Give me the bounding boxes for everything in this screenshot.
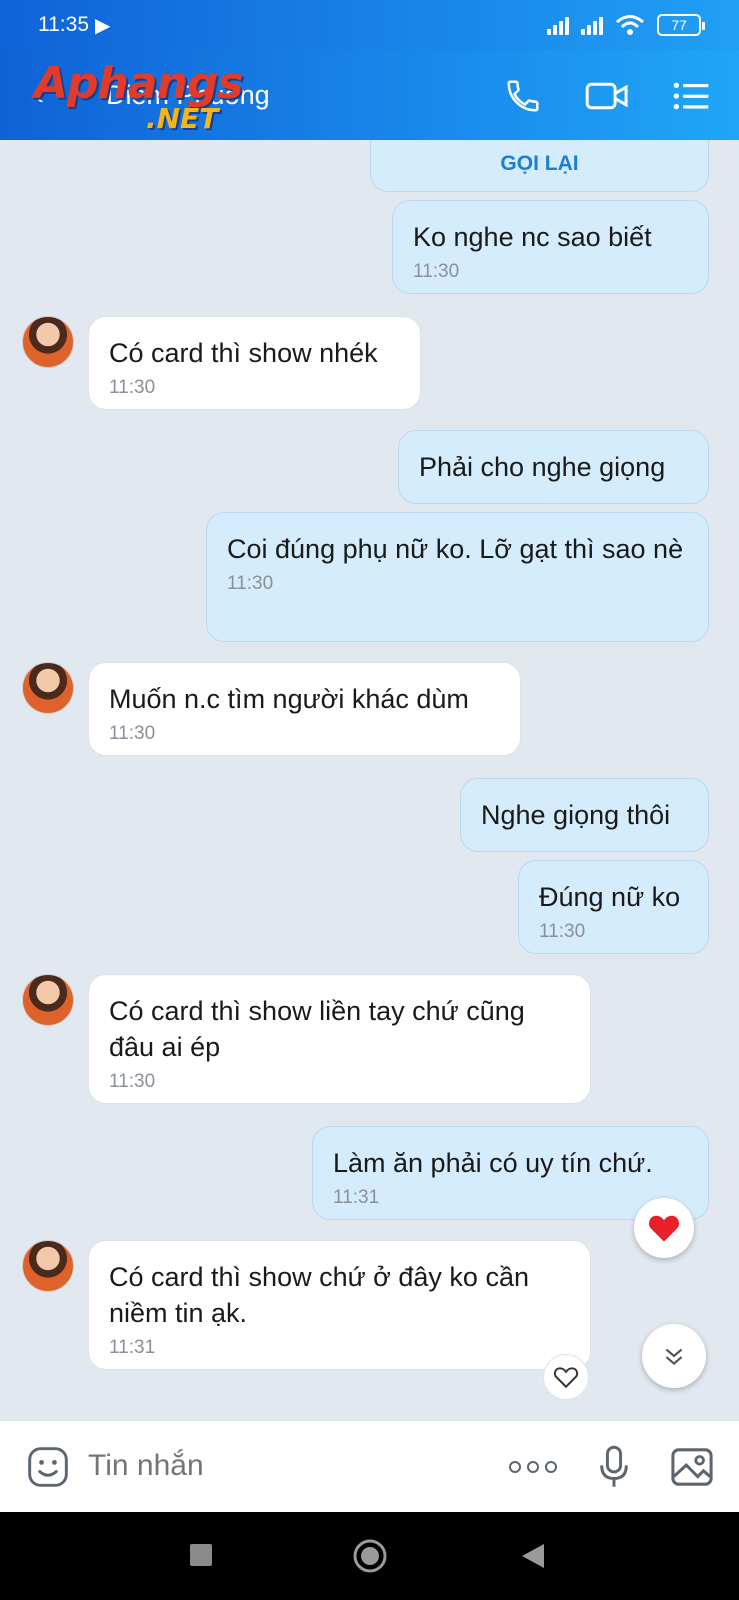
message-text: Đúng nữ ko [539, 882, 681, 912]
recent-apps-button[interactable] [190, 1544, 212, 1566]
message-text: Phải cho nghe giọng [419, 452, 666, 482]
menu-list-icon[interactable] [669, 74, 713, 118]
heart-reaction-button[interactable] [634, 1198, 694, 1258]
avatar[interactable] [22, 1240, 74, 1292]
video-call-icon[interactable] [585, 74, 629, 118]
message-time: 11:30 [539, 921, 586, 942]
message-bubble[interactable]: Ko nghe nc sao biết 11:30 [392, 200, 709, 294]
battery-icon: 77 [657, 14, 705, 36]
heart-icon [648, 1215, 680, 1242]
message-text: Ko nghe nc sao biết [413, 222, 652, 252]
scroll-down-button[interactable] [642, 1324, 706, 1388]
avatar[interactable] [22, 662, 74, 714]
battery-level: 77 [671, 17, 687, 33]
phone-icon[interactable] [501, 74, 545, 118]
message-text: Có card thì show chứ ở đây ko cần niềm t… [109, 1262, 529, 1328]
message-bubble[interactable]: Có card thì show nhék 11:30 [88, 316, 421, 410]
avatar[interactable] [22, 316, 74, 368]
message-bubble[interactable]: Đúng nữ ko 11:30 [518, 860, 709, 954]
scroll-down-icon [665, 1348, 683, 1366]
message-text: Có card thì show nhék [109, 338, 378, 368]
image-icon[interactable] [668, 1443, 716, 1491]
signal-icon [547, 15, 569, 35]
message-time: 11:30 [109, 377, 156, 398]
message-time: 11:30 [227, 573, 274, 594]
system-nav-bar [0, 1512, 739, 1600]
message-bubble[interactable]: Muốn n.c tìm người khác dùm 11:30 [88, 662, 521, 756]
message-time: 11:30 [109, 1071, 156, 1092]
status-time: 11:35 [38, 13, 89, 36]
wifi-icon [616, 15, 644, 35]
signal-icon-2 [581, 15, 603, 35]
message-time: 11:31 [109, 1337, 156, 1358]
chat-header: ‹ Diem Phuong Aphangs .NET [0, 50, 739, 140]
message-text: Làm ăn phải có uy tín chứ. [333, 1148, 653, 1178]
message-text: Coi đúng phụ nữ ko. Lỡ gạt thì sao nè [227, 534, 684, 564]
message-bubble[interactable]: Có card thì show chứ ở đây ko cần niềm t… [88, 1240, 591, 1370]
message-text: Nghe giọng thôi [481, 800, 671, 830]
message-bubble[interactable]: Phải cho nghe giọng [398, 430, 709, 504]
avatar[interactable] [22, 974, 74, 1026]
message-text: Muốn n.c tìm người khác dùm [109, 684, 469, 714]
message-text: Có card thì show liền tay chứ cũng đâu a… [109, 996, 525, 1062]
message-time: 11:30 [413, 261, 460, 282]
chat-area[interactable]: GỌI LẠI Ko nghe nc sao biết 11:30 Có car… [0, 140, 739, 1420]
message-bubble[interactable]: Có card thì show liền tay chứ cũng đâu a… [88, 974, 591, 1104]
status-bar: 11:35 ▶ 77 [0, 0, 739, 50]
message-time: 11:30 [109, 723, 156, 744]
react-heart-button[interactable] [543, 1354, 589, 1400]
watermark-logo: Aphangs .NET [34, 58, 264, 138]
play-store-icon: ▶ [95, 14, 111, 37]
sticker-icon[interactable] [24, 1443, 72, 1491]
message-bubble[interactable]: Nghe giọng thôi [460, 778, 709, 852]
message-bubble[interactable]: Coi đúng phụ nữ ko. Lỡ gạt thì sao nè 11… [206, 512, 709, 642]
callback-button[interactable]: GỌI LẠI [370, 140, 709, 192]
message-time: 11:31 [333, 1187, 380, 1208]
home-button[interactable] [352, 1538, 388, 1579]
watermark-sub: .NET [146, 102, 219, 135]
heart-outline-icon [553, 1367, 579, 1389]
message-input-bar [0, 1420, 739, 1512]
more-icon[interactable] [508, 1443, 558, 1491]
back-button[interactable] [520, 1542, 546, 1575]
microphone-icon[interactable] [594, 1443, 634, 1491]
message-input[interactable] [88, 1449, 468, 1483]
